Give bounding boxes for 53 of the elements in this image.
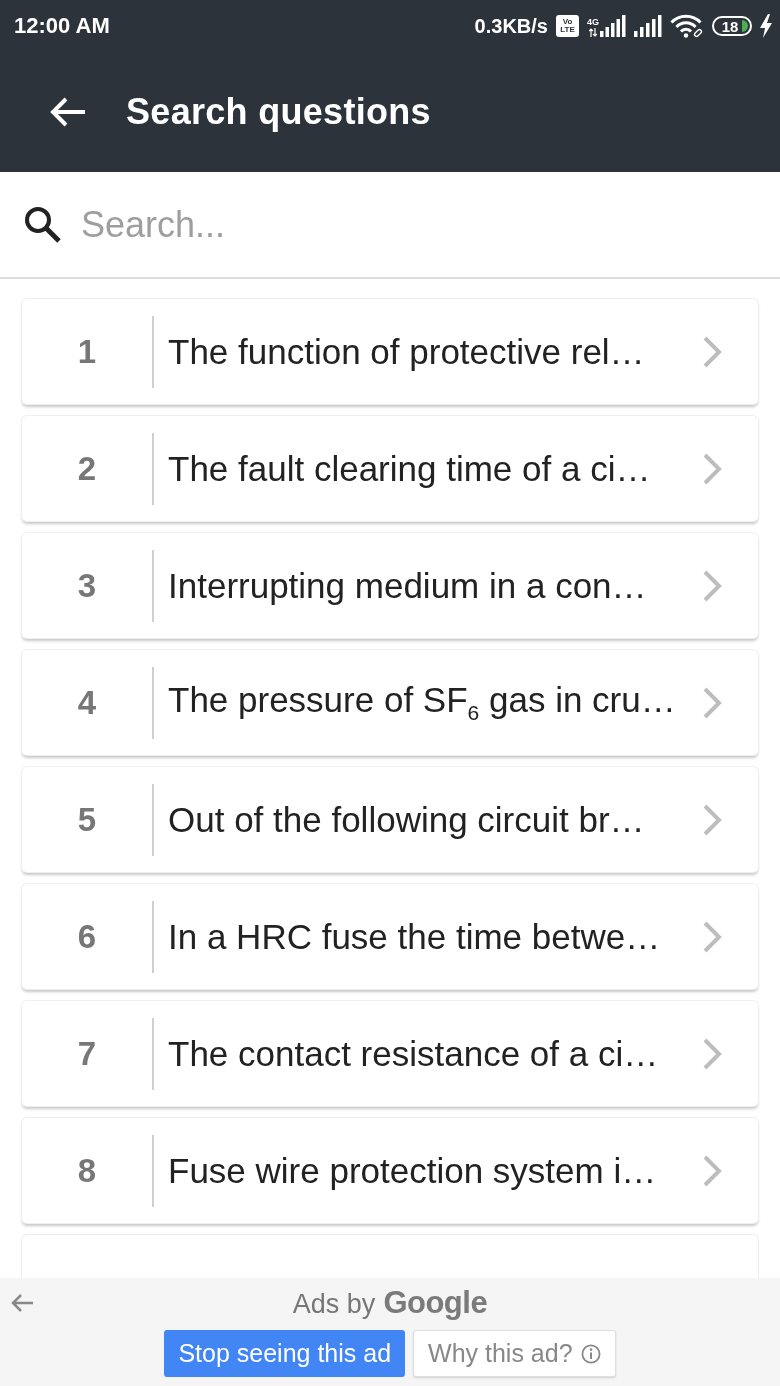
signal-icon [634,15,662,37]
question-text: The pressure of SF$_{6}$ gas in cru… [168,680,676,725]
ad-label: Ads by [292,1289,376,1320]
question-card[interactable]: 2 The fault clearing time of a ci… [22,416,758,521]
chevron-right-icon [702,802,722,837]
question-card[interactable]: 1 The function of protective rel… [22,299,758,404]
question-number: 6 [77,917,97,956]
question-number: 7 [77,1034,97,1073]
data-arrows-icon [589,28,597,37]
clock-time: 12:00 AM [14,13,110,39]
question-number: 8 [77,1151,97,1190]
question-card[interactable]: 3 Interrupting medium in a con… [22,533,758,638]
question-text: In a HRC fuse the time betwe… [168,916,661,957]
question-number: 5 [77,800,97,839]
question-card[interactable]: 7 The contact resistance of a ci… [22,1001,758,1106]
chevron-right-icon [702,1036,722,1071]
brand-name: Google [383,1285,488,1321]
screen-title: Search questions [126,91,431,133]
search-field[interactable]: Search... [81,195,760,254]
question-text: Interrupting medium in a con… [168,565,647,606]
search-icon [24,206,61,243]
chevron-right-icon [702,685,722,720]
question-number: 1 [77,332,97,371]
question-card[interactable]: 6 In a HRC fuse the time betwe… [22,884,758,989]
wifi-icon [670,14,704,38]
question-text: The fault clearing time of a ci… [168,448,651,489]
network-speed: 0.3KB/s [474,14,548,38]
question-card[interactable]: 4 The pressure of SF$_{6}$ gas in cru… [22,650,758,755]
battery-percentage: 18 [720,18,740,34]
volte-badge: Vo LTE [556,15,579,37]
question-card[interactable]: 8 Fuse wire protection system i… [22,1118,758,1223]
back-arrow-icon [50,97,86,127]
battery-charge-icon [742,20,748,32]
info-icon [580,1343,601,1364]
question-text: The contact resistance of a ci… [168,1033,659,1074]
question-text: Fuse wire protection system i… [168,1150,657,1191]
network-type-label: 4G [587,18,599,27]
charging-icon [760,14,772,38]
ad-info-button[interactable]: Why this ad? [413,1330,616,1377]
back-arrow-icon [10,1293,34,1313]
chevron-right-icon [702,568,722,603]
question-number: 3 [77,566,97,605]
signal-icon [600,15,626,37]
chevron-right-icon [702,334,722,369]
chevron-right-icon [702,1153,722,1188]
question-number: 2 [77,449,97,488]
question-card[interactable]: 5 Out of the following circuit br… [22,767,758,872]
question-text: Out of the following circuit br… [168,799,645,840]
stop-ad-button[interactable]: Stop seeing this ad [164,1330,406,1377]
question-number: 4 [77,683,97,722]
question-text: The function of protective rel… [168,331,645,372]
chevron-right-icon [702,919,722,954]
chevron-right-icon [702,451,722,486]
